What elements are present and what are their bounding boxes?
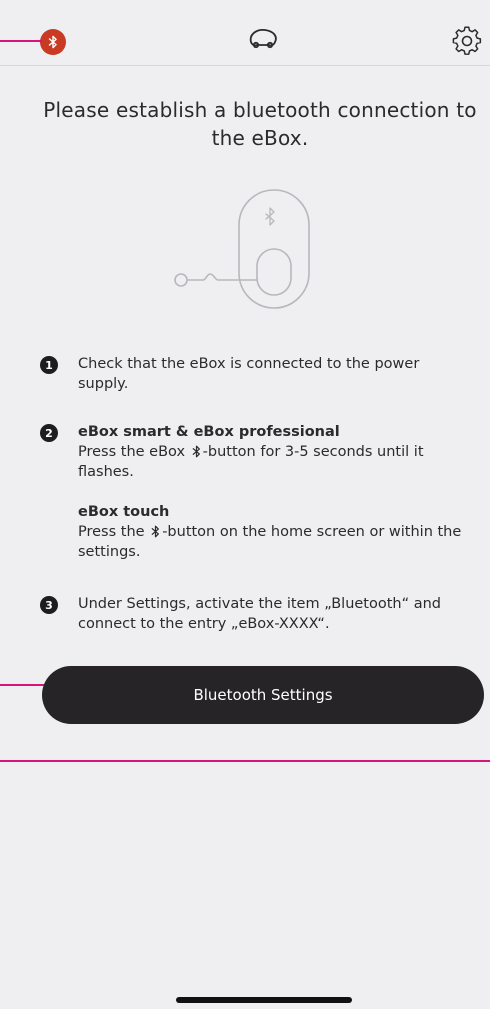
bluetooth-settings-button[interactable]: Bluetooth Settings: [42, 666, 484, 724]
step-number: 2: [40, 424, 58, 442]
step-2: 2 eBox smart & eBox professional Press t…: [40, 422, 470, 562]
top-bar: [0, 0, 490, 66]
step-number: 1: [40, 356, 58, 374]
home-indicator[interactable]: [176, 997, 352, 1003]
car-icon[interactable]: [245, 24, 281, 54]
bluetooth-icon: [151, 525, 160, 538]
callout-line-button: [0, 684, 44, 686]
step-number: 3: [40, 596, 58, 614]
gear-icon[interactable]: [452, 26, 482, 56]
step-2-text-touch: Press the -button on the home screen or …: [78, 524, 462, 560]
step-3-text: Under Settings, activate the item „Bluet…: [78, 596, 442, 632]
ebox-bluetooth-illustration: [174, 189, 310, 309]
callout-line-divider: [0, 760, 490, 762]
page-title: Please establish a bluetooth connection …: [43, 98, 477, 150]
step-2-title-smart: eBox smart & eBox professional: [78, 424, 340, 440]
bluetooth-icon: [192, 445, 200, 458]
step-2-title-touch: eBox touch: [78, 504, 170, 520]
step-1-text: Check that the eBox is connected to the …: [78, 356, 420, 392]
step-3: 3 Under Settings, activate the item „Blu…: [40, 594, 470, 634]
step-1: 1 Check that the eBox is connected to th…: [40, 354, 470, 394]
step-2-text-smart: Press the eBox -button for 3-5 seconds u…: [78, 444, 424, 480]
bluetooth-status-icon[interactable]: [40, 29, 66, 55]
callout-line-status: [0, 40, 42, 42]
